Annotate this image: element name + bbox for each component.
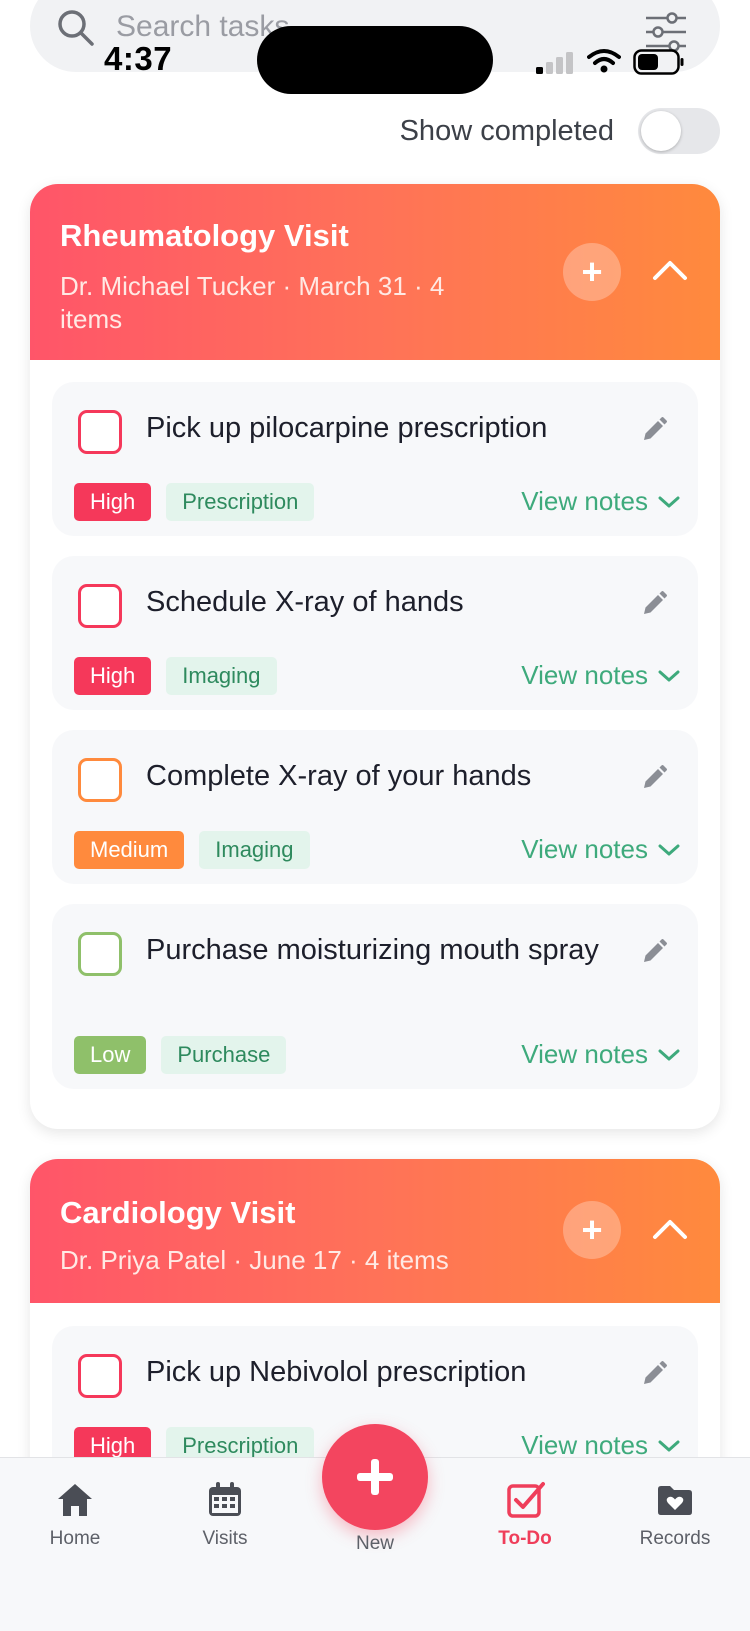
chevron-down-icon bbox=[658, 844, 680, 855]
new-task-fab[interactable] bbox=[322, 1424, 428, 1530]
battery-icon bbox=[633, 49, 684, 75]
view-notes-button[interactable]: View notes bbox=[521, 834, 680, 865]
task-title: Schedule X-ray of hands bbox=[146, 586, 464, 618]
nav-label: Visits bbox=[202, 1528, 248, 1549]
visit-title: Rheumatology Visit bbox=[60, 218, 349, 253]
wifi-icon bbox=[587, 49, 621, 73]
category-badge: Imaging bbox=[199, 831, 310, 869]
nav-label: Home bbox=[49, 1528, 101, 1549]
add-task-button[interactable]: + bbox=[563, 243, 621, 301]
task-title: Purchase moisturizing mouth spray bbox=[146, 934, 599, 966]
priority-badge: Low bbox=[74, 1036, 147, 1074]
visit-subtitle: Dr. Priya Patel · June 17 · 4 items bbox=[60, 1245, 449, 1275]
filter-sliders-icon[interactable] bbox=[644, 12, 688, 52]
view-notes-label: View notes bbox=[521, 1039, 648, 1069]
task-tags: High Prescription bbox=[74, 483, 315, 521]
category-badge: Prescription bbox=[166, 483, 315, 521]
priority-badge: Medium bbox=[74, 831, 185, 869]
calendar-icon bbox=[209, 1482, 241, 1516]
folder-heart-icon bbox=[658, 1486, 692, 1515]
collapse-chevron-icon[interactable] bbox=[652, 1217, 688, 1241]
visit-title: Cardiology Visit bbox=[60, 1195, 296, 1230]
task-checkbox[interactable] bbox=[78, 932, 122, 976]
pencil-icon[interactable] bbox=[640, 938, 668, 966]
show-completed-label: Show completed bbox=[399, 114, 614, 147]
visit-header[interactable]: Rheumatology Visit Dr. Michael Tucker · … bbox=[30, 184, 720, 360]
chevron-down-icon bbox=[658, 670, 680, 681]
chevron-down-icon bbox=[658, 1440, 680, 1451]
task-title: Pick up pilocarpine prescription bbox=[146, 412, 548, 444]
nav-home[interactable]: Home bbox=[15, 1480, 135, 1550]
collapse-chevron-icon[interactable] bbox=[652, 258, 688, 282]
view-notes-button[interactable]: View notes bbox=[521, 486, 680, 517]
cellular-signal-icon bbox=[536, 52, 573, 74]
show-completed-row: Show completed bbox=[400, 108, 720, 154]
app-screen: Search tasks 4:37 Show completed Rheumat… bbox=[0, 0, 750, 1631]
visit-header[interactable]: Cardiology Visit Dr. Priya Patel · June … bbox=[30, 1159, 720, 1303]
plus-icon bbox=[357, 1459, 393, 1495]
add-task-button[interactable]: + bbox=[563, 1201, 621, 1259]
chevron-down-icon bbox=[658, 1049, 680, 1060]
task-item[interactable]: Pick up pilocarpine prescription High Pr… bbox=[52, 382, 698, 536]
task-checkbox[interactable] bbox=[78, 1354, 122, 1398]
view-notes-label: View notes bbox=[521, 834, 648, 864]
status-time: 4:37 bbox=[104, 40, 173, 77]
dynamic-island bbox=[257, 26, 493, 94]
checklist-icon bbox=[507, 1482, 545, 1518]
home-icon bbox=[58, 1484, 92, 1516]
view-notes-button[interactable]: View notes bbox=[521, 660, 680, 691]
task-checkbox[interactable] bbox=[78, 758, 122, 802]
show-completed-toggle[interactable] bbox=[638, 108, 720, 154]
task-checkbox[interactable] bbox=[78, 410, 122, 454]
view-notes-button[interactable]: View notes bbox=[521, 1039, 680, 1070]
nav-new-label: New bbox=[355, 1533, 394, 1554]
category-badge: Purchase bbox=[161, 1036, 287, 1074]
task-title: Pick up Nebivolol prescription bbox=[146, 1356, 527, 1388]
pencil-icon[interactable] bbox=[640, 1360, 668, 1388]
category-badge: Imaging bbox=[166, 657, 277, 695]
chevron-down-icon bbox=[658, 496, 680, 507]
pencil-icon[interactable] bbox=[640, 416, 668, 444]
toggle-knob bbox=[641, 111, 681, 151]
priority-badge: High bbox=[74, 657, 152, 695]
task-tags: High Imaging bbox=[74, 657, 277, 695]
priority-badge: High bbox=[74, 483, 152, 521]
task-item[interactable]: Schedule X-ray of hands High Imaging Vie… bbox=[52, 556, 698, 710]
task-title: Complete X-ray of your hands bbox=[146, 760, 532, 792]
view-notes-label: View notes bbox=[521, 660, 648, 690]
task-checkbox[interactable] bbox=[78, 584, 122, 628]
nav-label: To-Do bbox=[498, 1528, 552, 1549]
pencil-icon[interactable] bbox=[640, 590, 668, 618]
view-notes-label: View notes bbox=[521, 486, 648, 516]
nav-visits[interactable]: Visits bbox=[165, 1480, 285, 1550]
visit-subtitle: Dr. Michael Tucker · March 31 · 4 bbox=[60, 271, 445, 301]
pencil-icon[interactable] bbox=[640, 764, 668, 792]
task-tags: Medium Imaging bbox=[74, 831, 310, 869]
nav-todo[interactable]: To-Do bbox=[465, 1480, 585, 1550]
nav-records[interactable]: Records bbox=[615, 1480, 735, 1550]
task-item[interactable]: Purchase moisturizing mouth spray Low Pu… bbox=[52, 904, 698, 1089]
search-icon bbox=[58, 10, 94, 46]
nav-label: Records bbox=[639, 1528, 711, 1549]
visit-card-rheumatology: Rheumatology Visit Dr. Michael Tucker · … bbox=[30, 184, 720, 1129]
task-tags: Low Purchase bbox=[74, 1036, 287, 1074]
visit-subtitle-cont: items bbox=[60, 304, 123, 334]
task-item[interactable]: Complete X-ray of your hands Medium Imag… bbox=[52, 730, 698, 884]
